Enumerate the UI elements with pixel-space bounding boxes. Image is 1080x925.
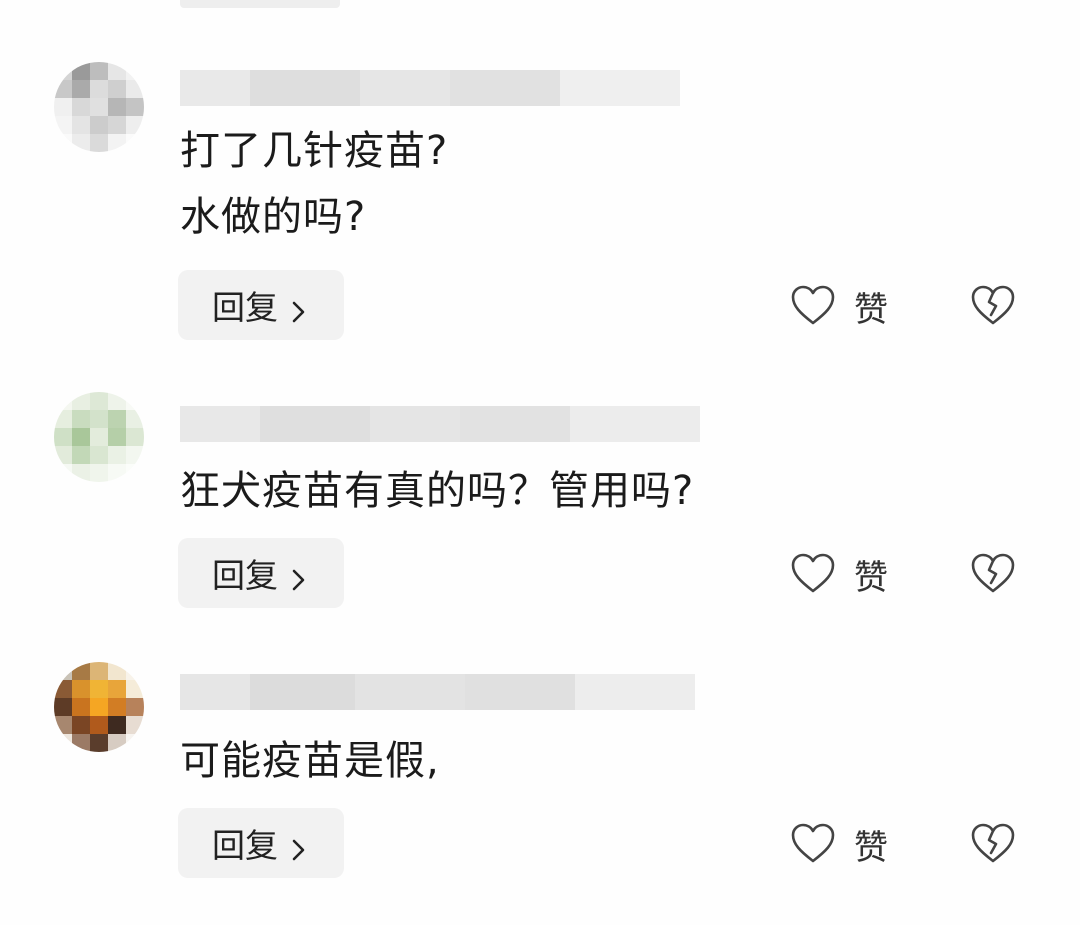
chevron-right-icon bbox=[286, 561, 310, 591]
reply-label: 回复 bbox=[212, 826, 278, 865]
like-button[interactable]: 赞 bbox=[790, 282, 888, 331]
dislike-button[interactable] bbox=[970, 552, 1016, 594]
comment-text: 打了几针疫苗? 水做的吗? bbox=[180, 128, 449, 240]
avatar[interactable] bbox=[54, 662, 144, 752]
like-label: 赞 bbox=[854, 828, 888, 868]
heart-outline-icon bbox=[790, 822, 836, 868]
reply-button[interactable]: 回复 bbox=[178, 808, 344, 878]
username-blurred[interactable] bbox=[180, 404, 700, 444]
comment-list: 打了几针疫苗? 水做的吗? 回复 赞 狂犬疫苗有真的吗？管用吗? 回复 赞 可能… bbox=[0, 0, 1080, 925]
reply-label: 回复 bbox=[212, 556, 278, 595]
previous-comment-edge bbox=[180, 0, 340, 8]
username-blurred[interactable] bbox=[180, 672, 695, 712]
like-label: 赞 bbox=[854, 558, 888, 598]
broken-heart-icon bbox=[970, 823, 1016, 868]
avatar[interactable] bbox=[54, 62, 144, 152]
dislike-button[interactable] bbox=[970, 822, 1016, 864]
avatar[interactable] bbox=[54, 392, 144, 482]
reply-button[interactable]: 回复 bbox=[178, 270, 344, 340]
dislike-button[interactable] bbox=[970, 284, 1016, 326]
comment-text: 狂犬疫苗有真的吗？管用吗? bbox=[180, 468, 695, 514]
broken-heart-icon bbox=[970, 285, 1016, 330]
like-label: 赞 bbox=[854, 290, 888, 330]
like-button[interactable]: 赞 bbox=[790, 550, 888, 599]
heart-outline-icon bbox=[790, 284, 836, 330]
heart-outline-icon bbox=[790, 552, 836, 598]
comment-text: 可能疫苗是假, bbox=[180, 738, 440, 784]
username-blurred[interactable] bbox=[180, 68, 680, 108]
reply-button[interactable]: 回复 bbox=[178, 538, 344, 608]
chevron-right-icon bbox=[286, 831, 310, 861]
broken-heart-icon bbox=[970, 553, 1016, 598]
reply-label: 回复 bbox=[212, 288, 278, 327]
chevron-right-icon bbox=[286, 293, 310, 323]
like-button[interactable]: 赞 bbox=[790, 820, 888, 869]
